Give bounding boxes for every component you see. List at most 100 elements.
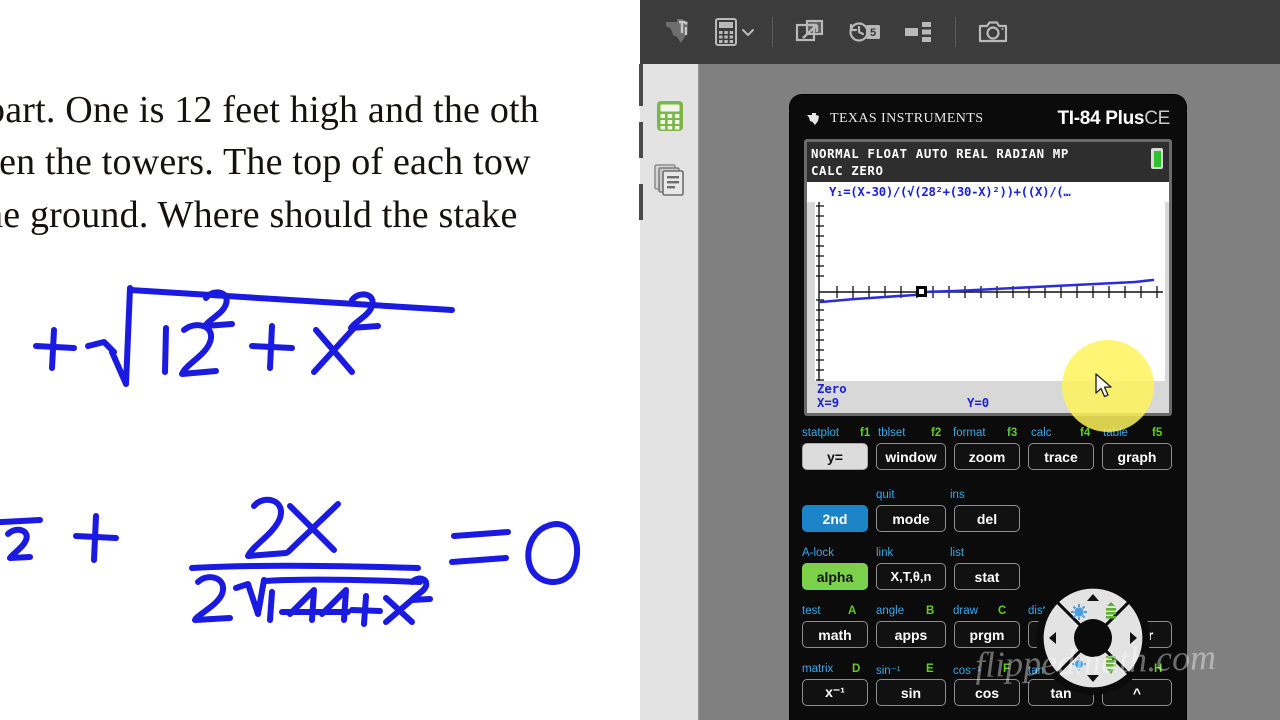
key-sin[interactable]: sin	[876, 679, 946, 706]
screenshot-root: part. One is 12 feet high and the oth ee…	[0, 0, 1280, 720]
rail-scroll-marker-2	[639, 122, 643, 158]
sec-F: F	[1003, 663, 1011, 675]
key-math[interactable]: math	[802, 621, 868, 648]
expand-view-button[interactable]	[783, 9, 837, 55]
key-stat[interactable]: stat	[954, 563, 1020, 590]
row3-secondary-row: A-lock link list	[790, 547, 1186, 563]
app-toolbar: 5	[640, 0, 1280, 64]
sec-D: D	[852, 663, 861, 675]
row2-key-row: 2nd mode del	[790, 505, 1186, 535]
fn-secondary-row: statplot f1 tblset f2 format f3 calc f4 …	[790, 427, 1186, 443]
calculator-screen[interactable]: NORMAL FLOAT AUTO REAL RADIAN MP CALC ZE…	[807, 142, 1169, 413]
screen-capture-button[interactable]	[966, 9, 1020, 55]
sec-format: format	[953, 427, 986, 439]
screen-graph-plot	[815, 202, 1165, 382]
key-y-equals[interactable]: y=	[802, 443, 868, 470]
layout-panel-button[interactable]	[891, 9, 945, 55]
screen-status-line-2: CALC ZERO	[811, 163, 884, 178]
ti-texas-logo-icon	[807, 112, 819, 125]
sec-table: table	[1103, 427, 1128, 439]
sec-quit: quit	[876, 489, 895, 501]
sec-draw: draw	[953, 605, 978, 617]
handwriting-derivative-equation	[0, 468, 620, 627]
expand-view-icon	[795, 19, 824, 42]
sec-calc: calc	[1031, 427, 1052, 439]
calculator-select-icon	[715, 18, 737, 46]
screen-equation-line: Y₁=(X-30)/(√(28²+(30-X)²))+((X)/(…	[807, 182, 1169, 202]
row2-secondary-row: quit ins	[790, 489, 1186, 505]
ti-logo-icon	[654, 9, 708, 55]
screen-captures-icon	[654, 164, 684, 196]
sec-f2: f2	[931, 427, 942, 439]
fn-key-row: y= window zoom trace graph	[790, 443, 1186, 473]
key-cos[interactable]: cos	[954, 679, 1020, 706]
sec-test: test	[802, 605, 821, 617]
calculator-model-label: TI-84 PlusCE	[1057, 108, 1170, 130]
sec-list: list	[950, 547, 965, 559]
key-graph[interactable]: graph	[1102, 443, 1172, 470]
sec-a-lock: A-lock	[802, 547, 834, 559]
screen-status-bar: NORMAL FLOAT AUTO REAL RADIAN MP CALC ZE…	[807, 142, 1169, 182]
key-2nd[interactable]: 2nd	[802, 505, 868, 532]
sec-f5: f5	[1152, 427, 1163, 439]
calculator-keypad: statplot f1 tblset f2 format f3 calc f4 …	[790, 425, 1186, 720]
key-del[interactable]: del	[954, 505, 1020, 532]
sec-E: E	[926, 663, 934, 675]
toolbar-separator-1	[772, 17, 773, 47]
sec-sin-inverse: sin⁻¹	[876, 665, 901, 677]
document-text-line-2: een the towers. The top of each tow	[0, 141, 531, 183]
model-name: TI-84 Plus	[1057, 108, 1145, 129]
sec-H: H	[1154, 663, 1163, 675]
key-window[interactable]: window	[876, 443, 946, 470]
sidebar-item-screen-captures[interactable]	[648, 158, 692, 202]
sec-ins: ins	[950, 489, 965, 501]
left-rail	[639, 64, 699, 720]
handwriting-sqrt-expression	[0, 268, 480, 398]
screen-footer-y-value: Y=0	[967, 396, 990, 410]
sec-link: link	[876, 547, 894, 559]
calculator-screen-bezel: NORMAL FLOAT AUTO REAL RADIAN MP CALC ZE…	[804, 139, 1172, 416]
sec-A: A	[848, 605, 857, 617]
key-apps[interactable]: apps	[876, 621, 946, 648]
document-text-line-1: part. One is 12 feet high and the oth	[0, 89, 539, 131]
toolbar-separator-2	[955, 17, 956, 47]
document-pane: part. One is 12 feet high and the oth ee…	[0, 0, 640, 720]
sec-cos-inverse: cos⁻¹	[953, 665, 981, 677]
key-prgm[interactable]: prgm	[954, 621, 1020, 648]
sec-tblset: tblset	[878, 427, 906, 439]
history-icon: 5	[849, 22, 880, 42]
key-trace[interactable]: trace	[1028, 443, 1094, 470]
sidebar-item-calculator-emulator[interactable]	[648, 94, 692, 138]
sec-angle: angle	[876, 605, 905, 617]
calculator-brand-label: Texas Instruments	[830, 111, 984, 126]
direction-pad[interactable]	[1035, 580, 1151, 696]
sec-f3: f3	[1007, 427, 1018, 439]
sec-statplot: statplot	[802, 427, 840, 439]
key-zoom[interactable]: zoom	[954, 443, 1020, 470]
battery-icon	[1151, 148, 1163, 169]
key-mode[interactable]: mode	[876, 505, 946, 532]
rail-scroll-marker-1	[639, 64, 643, 106]
sec-f4: f4	[1080, 427, 1091, 439]
sec-f1: f1	[860, 427, 871, 439]
calculator-select-button[interactable]	[708, 9, 762, 55]
layout-panel-icon	[905, 22, 931, 42]
key-x-t-theta-n[interactable]: X,T,θ,n	[876, 563, 946, 590]
rail-scroll-marker-3	[639, 184, 643, 220]
calculator-brand-bar: Texas Instruments TI-84 PlusCE	[790, 105, 1186, 133]
document-text-line-3: he ground. Where should the stake	[0, 194, 518, 236]
emulator-app-pane: 5 TEXAS INSTRUMENTS TI-84 PlusCE NORMAL …	[639, 0, 1280, 720]
screen-footer-label: Zero	[817, 382, 847, 396]
calculator-emulator-icon	[657, 101, 683, 131]
calculator-dropdown-chevron-icon	[742, 29, 754, 36]
svg-text:5: 5	[870, 27, 876, 39]
key-alpha[interactable]: alpha	[802, 563, 868, 590]
calculator-device: Texas Instruments TI-84 PlusCE NORMAL FL…	[790, 95, 1186, 720]
screen-status-line-1: NORMAL FLOAT AUTO REAL RADIAN MP	[811, 146, 1069, 161]
screen-footer: Zero X=9 Y=0	[807, 381, 1169, 413]
history-button[interactable]: 5	[837, 9, 891, 55]
sec-C: C	[998, 605, 1007, 617]
screen-capture-icon	[978, 21, 1008, 43]
sec-matrix: matrix	[802, 663, 834, 675]
key-x-inverse[interactable]: x⁻¹	[802, 679, 868, 706]
